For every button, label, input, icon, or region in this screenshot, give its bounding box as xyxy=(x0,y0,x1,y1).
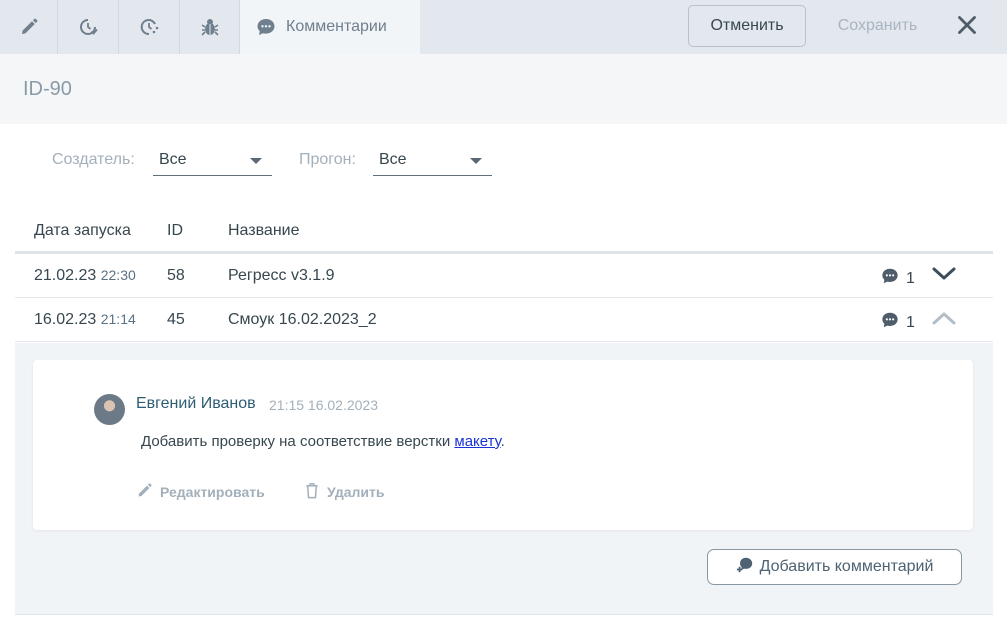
comment-icon xyxy=(881,267,906,290)
comment-count-value: 1 xyxy=(906,313,915,331)
close-icon xyxy=(957,15,977,40)
comment-author[interactable]: Евгений Иванов xyxy=(136,395,256,413)
run-select-value: Все xyxy=(379,151,407,168)
comment-count-value: 1 xyxy=(906,269,915,287)
page-title: ID-90 xyxy=(23,78,72,100)
column-header-id[interactable]: ID xyxy=(167,222,183,240)
caret-down-icon xyxy=(250,158,262,164)
run-select[interactable]: Все xyxy=(373,146,492,176)
expand-row-button[interactable] xyxy=(931,266,957,286)
comment-icon xyxy=(256,17,276,37)
delete-label: Удалить xyxy=(327,484,385,500)
chevron-up-icon xyxy=(932,311,956,330)
edit-label: Редактировать xyxy=(160,484,265,500)
comment-timestamp: 21:15 16.02.2023 xyxy=(269,397,378,413)
trash-icon xyxy=(304,482,327,502)
run-date: 16.02.23 21:14 xyxy=(34,311,136,329)
table-row[interactable]: 21.02.23 22:30 58 Регресс v3.1.9 1 xyxy=(15,254,993,298)
caret-down-icon xyxy=(470,158,482,164)
run-date-day: 21.02.23 xyxy=(34,267,97,284)
run-name: Смоук 16.02.2023_2 xyxy=(228,311,377,328)
comment-icon xyxy=(881,311,906,334)
avatar[interactable] xyxy=(94,394,125,425)
run-time: 21:14 xyxy=(100,311,136,327)
tab-edit[interactable] xyxy=(0,0,58,54)
cancel-button[interactable]: Отменить xyxy=(688,5,806,47)
run-id: 45 xyxy=(167,311,185,328)
chevron-down-icon xyxy=(932,267,956,286)
edit-comment-button[interactable]: Редактировать xyxy=(136,482,265,502)
tab-defects[interactable] xyxy=(180,0,240,54)
comment-count: 1 xyxy=(881,267,915,290)
creator-select[interactable]: Все xyxy=(153,146,272,176)
add-comment-label: Добавить комментарий xyxy=(759,558,934,575)
collapse-row-button[interactable] xyxy=(931,310,957,330)
creator-filter-label: Создатель: xyxy=(52,151,135,168)
comments-panel: Евгений Иванов 21:15 16.02.2023 Добавить… xyxy=(15,343,993,615)
comment-card: Евгений Иванов 21:15 16.02.2023 Добавить… xyxy=(33,360,973,530)
run-date-day: 16.02.23 xyxy=(34,311,97,328)
top-toolbar: Комментарии Отменить Сохранить xyxy=(0,0,1007,54)
tab-comments-label: Комментарии xyxy=(286,18,387,35)
comment-text-before: Добавить проверку на соответствие верстк… xyxy=(141,433,455,450)
comment-count: 1 xyxy=(881,311,915,334)
header-band: ID-90 xyxy=(0,54,1007,124)
table-row[interactable]: 16.02.23 21:14 45 Смоук 16.02.2023_2 1 xyxy=(15,298,993,342)
add-comment-icon xyxy=(736,556,760,579)
delete-comment-button[interactable]: Удалить xyxy=(304,482,384,502)
comment-text-after: . xyxy=(500,433,505,450)
run-time: 22:30 xyxy=(100,267,136,283)
tab-comments[interactable]: Комментарии xyxy=(240,0,420,54)
column-header-name[interactable]: Название xyxy=(228,222,300,240)
tab-runs[interactable] xyxy=(119,0,180,54)
add-comment-button[interactable]: Добавить комментарий xyxy=(707,549,962,585)
run-date: 21.02.23 22:30 xyxy=(34,267,136,285)
run-name: Регресс v3.1.9 xyxy=(228,267,335,284)
tab-history[interactable] xyxy=(58,0,119,54)
clock-refresh-icon xyxy=(138,16,160,38)
bug-icon xyxy=(199,16,221,38)
pencil-icon xyxy=(136,482,160,502)
save-button[interactable]: Сохранить xyxy=(820,5,935,47)
clock-check-icon xyxy=(77,16,99,38)
column-header-date[interactable]: Дата запуска xyxy=(34,222,131,240)
run-id: 58 xyxy=(167,267,185,284)
close-button[interactable] xyxy=(950,10,984,44)
run-filter-label: Прогон: xyxy=(299,151,356,168)
pencil-icon xyxy=(19,17,39,37)
comment-link[interactable]: макету xyxy=(454,433,500,450)
creator-select-value: Все xyxy=(159,151,187,168)
comment-text: Добавить проверку на соответствие верстк… xyxy=(141,433,505,450)
